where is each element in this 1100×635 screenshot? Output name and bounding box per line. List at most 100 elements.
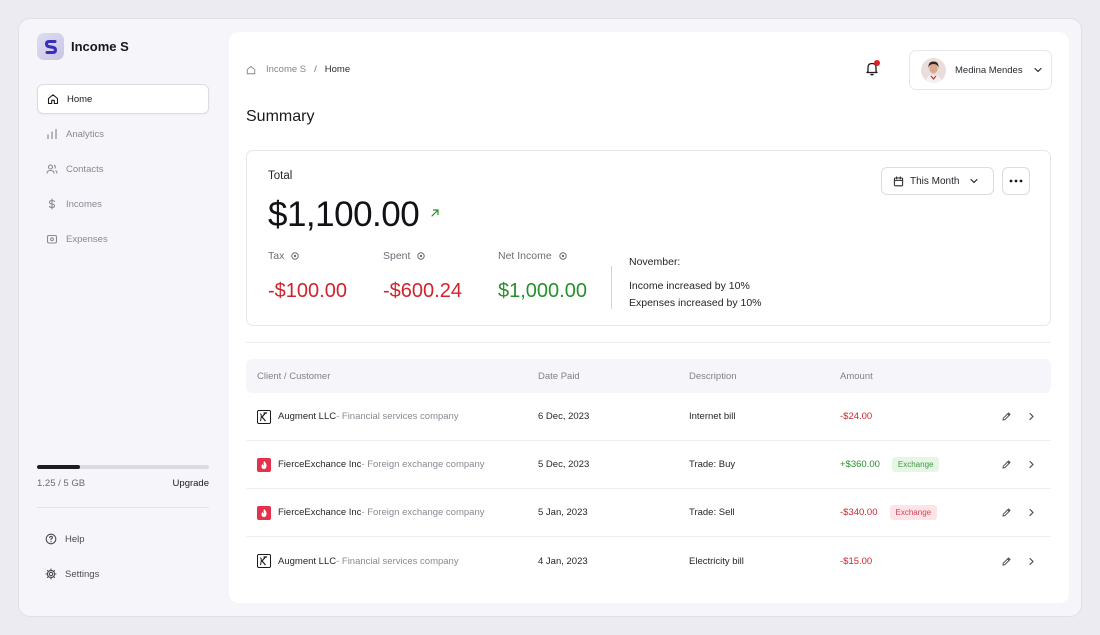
sidebar-bottom-nav: Help Settings (37, 524, 209, 594)
exchange-badge: Exchange (889, 505, 938, 520)
user-name: Medina Mendes (955, 64, 1023, 76)
storage-progress-bar (37, 465, 209, 469)
insight-line: Expenses increased by 10% (629, 297, 762, 309)
period-dropdown[interactable]: This Month (881, 167, 994, 195)
date-paid: 5 Jan, 2023 (538, 507, 588, 518)
sidebar-item-label: Analytics (66, 128, 105, 140)
metric-label: Tax (268, 250, 285, 262)
brand[interactable]: Income S (37, 33, 129, 60)
sidebar-item-expenses[interactable]: Expenses (37, 224, 209, 254)
storage-usage: 1.25 / 5 GB Upgrade (37, 465, 209, 489)
client-description: - Financial services company (336, 411, 459, 422)
more-horizontal-icon (1009, 179, 1023, 183)
client-name: Augment LLC (278, 411, 337, 422)
fire-logo-icon (257, 505, 271, 520)
avatar (921, 57, 946, 83)
sidebar-item-label: Contacts (66, 163, 104, 175)
user-menu[interactable]: Medina Mendes (909, 50, 1052, 90)
dollar-icon (48, 198, 56, 210)
chevron-right-icon[interactable] (1026, 459, 1037, 470)
bar-chart-icon (47, 128, 57, 140)
description: Internet bill (689, 411, 736, 422)
metric-value: -$600.24 (383, 280, 462, 302)
column-header[interactable]: Date Paid (538, 371, 689, 382)
transactions-table: Client / Customer Date Paid Description … (246, 359, 1051, 585)
info-icon[interactable] (559, 252, 567, 260)
sidebar-item-incomes[interactable]: Incomes (37, 189, 209, 219)
table-row[interactable]: FierceExchance Inc - Foreign exchange co… (246, 441, 1051, 489)
augment-logo-icon (257, 554, 271, 568)
augment-logo-icon (257, 409, 271, 424)
brand-name: Income S (71, 39, 129, 54)
amount: +$360.00 (840, 459, 880, 470)
chevron-right-icon[interactable] (1026, 556, 1037, 567)
date-paid: 5 Dec, 2023 (538, 459, 590, 470)
help-icon (45, 533, 57, 545)
sidebar-item-help[interactable]: Help (37, 524, 209, 554)
metric-label: Spent (383, 250, 411, 262)
metric-value: $1,000.00 (498, 280, 587, 302)
date-paid: 4 Jan, 2023 (538, 555, 588, 567)
metric-label: Net Income (498, 250, 552, 262)
breadcrumb-root[interactable]: Income S (266, 64, 306, 75)
metric-value: -$100.00 (268, 280, 347, 302)
table-row[interactable]: Augment LLC - Financial services company… (246, 393, 1051, 441)
table-row[interactable]: Augment LLC - Financial services company… (246, 537, 1051, 585)
description: Electricity bill (689, 555, 744, 567)
info-icon[interactable] (417, 252, 426, 260)
metric-spent: Spent -$600.24 (383, 250, 462, 303)
period-label: This Month (910, 175, 960, 187)
insight-month: November: (629, 256, 681, 268)
edit-icon[interactable] (1001, 459, 1012, 470)
app-window: Income S Home Analytics Contacts Incomes… (18, 18, 1082, 617)
calendar-icon (893, 175, 904, 186)
sidebar-item-analytics[interactable]: Analytics (37, 119, 209, 149)
amount: -$340.00 (840, 507, 878, 518)
main-panel: Income S / Home Medina Mendes Summary To… (229, 32, 1069, 603)
description: Trade: Sell (689, 507, 735, 518)
column-header[interactable]: Description (689, 371, 840, 382)
table-row[interactable]: FierceExchance Inc - Foreign exchange co… (246, 489, 1051, 537)
client-name: FierceExchance Inc (278, 507, 362, 518)
sidebar-item-label: Settings (65, 568, 100, 580)
metric-tax: Tax -$100.00 (268, 250, 347, 303)
sidebar-item-home[interactable]: Home (37, 84, 209, 114)
home-icon[interactable] (246, 65, 256, 75)
fire-logo-icon (257, 457, 271, 472)
more-options-button[interactable] (1002, 167, 1030, 195)
sidebar-item-contacts[interactable]: Contacts (37, 154, 209, 184)
exchange-badge: Exchange (891, 457, 940, 472)
metric-net-income: Net Income $1,000.00 (498, 250, 587, 303)
amount: -$15.00 (840, 555, 873, 567)
upgrade-link[interactable]: Upgrade (173, 478, 209, 489)
notifications-button[interactable] (865, 60, 880, 76)
edit-icon[interactable] (1001, 556, 1012, 567)
notification-dot (874, 60, 880, 66)
sidebar-item-label: Home (67, 93, 93, 105)
client-name: FierceExchance Inc (278, 459, 362, 470)
sidebar-item-settings[interactable]: Settings (37, 559, 209, 589)
storage-used-label: 1.25 / 5 GB (37, 478, 86, 489)
chevron-right-icon[interactable] (1026, 411, 1037, 422)
info-icon[interactable] (291, 252, 300, 260)
edit-icon[interactable] (1001, 507, 1012, 518)
edit-icon[interactable] (1001, 411, 1012, 422)
section-divider (246, 342, 1051, 343)
client-name: Augment LLC (278, 555, 337, 567)
column-header[interactable]: Amount (840, 371, 980, 382)
breadcrumb-current: Home (324, 64, 351, 75)
metrics-divider (611, 266, 612, 309)
amount: -$24.00 (840, 411, 873, 422)
table-header: Client / Customer Date Paid Description … (246, 359, 1051, 393)
sidebar-item-label: Incomes (66, 198, 102, 210)
insight-line: Income increased by 10% (629, 280, 750, 292)
insight-panel: November: Income increased by 10% Expens… (629, 254, 762, 312)
description: Trade: Buy (689, 459, 736, 470)
brand-logo-icon (37, 33, 64, 60)
chevron-right-icon[interactable] (1026, 507, 1037, 518)
column-header[interactable]: Client / Customer (246, 371, 538, 382)
wallet-icon (46, 234, 58, 244)
sidebar-item-label: Help (65, 533, 85, 545)
sidebar-item-label: Expenses (66, 233, 108, 245)
breadcrumb: Income S / Home (246, 64, 350, 75)
